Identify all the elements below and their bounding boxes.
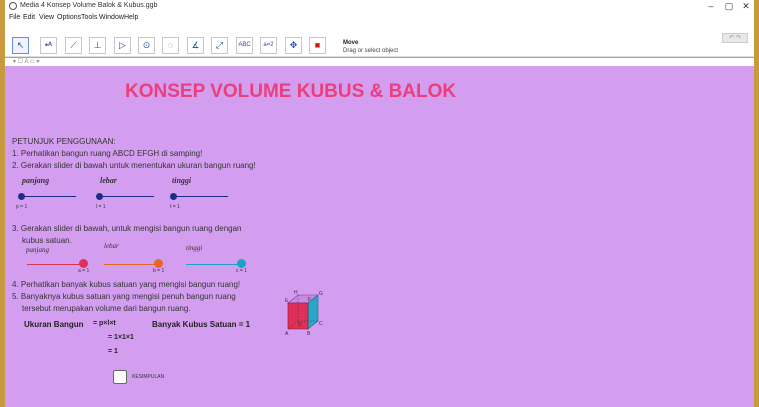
vertex-b-label: B xyxy=(307,331,311,337)
slider2-label-panjang: panjang xyxy=(26,246,49,254)
step-5-line2: tersebut merupakan volume dari bangun ru… xyxy=(22,304,191,313)
move-tool-icon[interactable]: ↖ xyxy=(12,37,29,54)
slider-handle-t[interactable] xyxy=(170,193,177,200)
slider2-track-b xyxy=(104,264,158,265)
graphics-view[interactable] xyxy=(5,66,754,407)
ellipse-tool-icon[interactable]: ◌ xyxy=(162,37,179,54)
menu-edit[interactable]: Edit xyxy=(23,12,35,23)
slider2-handle-b[interactable] xyxy=(154,259,163,268)
slider2-track-c xyxy=(186,264,241,265)
slider-track-p xyxy=(21,196,76,197)
slider2-value-b: b = 1 xyxy=(153,268,165,274)
slider2-handle-a[interactable] xyxy=(79,259,88,268)
slider-track-l xyxy=(99,196,154,197)
menu-bar: File Edit View Options Tools Window Help xyxy=(5,12,754,23)
step-4: 4. Perhatikan banyak kubus satuan yang m… xyxy=(12,280,241,289)
ukuran-bangun-label: Ukuran Bangun xyxy=(24,320,84,329)
tool-help-description: Drag or select object xyxy=(343,48,399,54)
text-tool-icon[interactable]: ABC xyxy=(236,37,253,54)
slider-value-l: l = 1 xyxy=(96,204,106,210)
slider2-handle-c[interactable] xyxy=(237,259,246,268)
slider-label-panjang: panjang xyxy=(22,176,50,185)
circle-tool-icon[interactable]: ⊙ xyxy=(138,37,155,54)
menu-view[interactable]: View xyxy=(39,12,54,23)
minimize-button[interactable]: – xyxy=(703,0,719,12)
menu-options[interactable]: Options xyxy=(57,12,81,23)
move-view-tool-icon[interactable]: ✥ xyxy=(285,37,302,54)
slider-label-tinggi: tinggi xyxy=(172,176,192,185)
formula-line-3: = 1 xyxy=(108,348,118,355)
slider-tool-icon[interactable]: a=2 xyxy=(260,37,277,54)
banyak-kubus-label: Banyak Kubus Satuan = 1 xyxy=(152,320,251,329)
step-1: 1. Perhatikan bangun ruang ABCD EFGH di … xyxy=(12,149,203,158)
slider2-track-a xyxy=(27,264,83,265)
vertex-a-label: A xyxy=(285,331,289,337)
step-3-line1: 3. Gerakan slider di bawah, untuk mengis… xyxy=(12,224,242,233)
kesimpulan-checkbox[interactable] xyxy=(113,370,127,384)
petunjuk-header: PETUNJUK PENGGUNAAN: xyxy=(12,137,116,146)
cube-drawing: E F G H A B C D xyxy=(285,290,323,337)
vertex-f-label: F xyxy=(308,297,311,303)
window-title: Media 4 Konsep Volume Balok & Kubus.ggb xyxy=(20,2,158,9)
maximize-button[interactable]: ▢ xyxy=(721,0,737,12)
point-tool-icon[interactable]: •ᴬ xyxy=(40,37,57,54)
undo-redo-buttons[interactable]: ↶ ↷ xyxy=(722,33,748,43)
desktop-edge-right xyxy=(754,0,759,407)
slider-track-t xyxy=(173,196,228,197)
perpendicular-tool-icon[interactable]: ⊥ xyxy=(89,37,106,54)
page-title: KONSEP VOLUME KUBUS & BALOK xyxy=(125,81,457,102)
step-5-line1: 5. Banyaknya kubus satuan yang mengisi p… xyxy=(12,292,236,301)
slider-handle-l[interactable] xyxy=(96,193,103,200)
style-bar: ▾ ☐ A ⊂ ▾ xyxy=(5,58,754,66)
kesimpulan-label: KESIMPULAN xyxy=(132,374,165,380)
window-titlebar: Media 4 Konsep Volume Balok & Kubus.ggb … xyxy=(5,0,754,12)
close-button[interactable]: ✕ xyxy=(738,0,754,12)
slider-value-t: t = 1 xyxy=(170,204,180,210)
line-tool-icon[interactable]: ⟋ xyxy=(65,37,82,54)
slider2-label-lebar: lebar xyxy=(104,242,119,250)
slider-label-lebar: lebar xyxy=(100,176,117,185)
menu-file[interactable]: File xyxy=(9,12,20,23)
slider-handle-p[interactable] xyxy=(18,193,25,200)
slider2-value-c: c = 1 xyxy=(236,268,247,274)
vertex-d-label: D xyxy=(298,322,302,328)
geogebra-app-icon xyxy=(9,2,17,10)
slider2-label-tinggi: tinggi xyxy=(186,244,203,252)
polygon-tool-icon[interactable]: ▷ xyxy=(114,37,131,54)
menu-help[interactable]: Help xyxy=(124,12,138,23)
tool-help-title: Move xyxy=(343,40,359,46)
angle-tool-icon[interactable]: ∡ xyxy=(187,37,204,54)
vertex-c-label: C xyxy=(319,321,323,327)
formula-line-2: = 1×1×1 xyxy=(108,334,134,341)
vertex-g-label: G xyxy=(319,291,323,297)
vertex-h-label: H xyxy=(294,290,298,296)
cube-abcdefgh[interactable]: E F G H A B C D xyxy=(280,289,330,339)
slider2-value-a: a = 1 xyxy=(78,268,90,274)
step-2: 2. Gerakan slider di bawah untuk menentu… xyxy=(12,161,256,170)
step-3-line2: kubus satuan. xyxy=(22,236,72,245)
menu-tools[interactable]: Tools xyxy=(81,12,97,23)
color-tool-icon[interactable]: ■ xyxy=(309,37,326,54)
menu-window[interactable]: Window xyxy=(99,12,124,23)
reflect-tool-icon[interactable]: ⤢ xyxy=(211,37,228,54)
formula-line-1: = p×l×t xyxy=(93,320,116,327)
slider-value-p: p = 1 xyxy=(16,204,28,210)
style-bar-controls[interactable]: ▾ ☐ A ⊂ ▾ xyxy=(13,58,39,66)
